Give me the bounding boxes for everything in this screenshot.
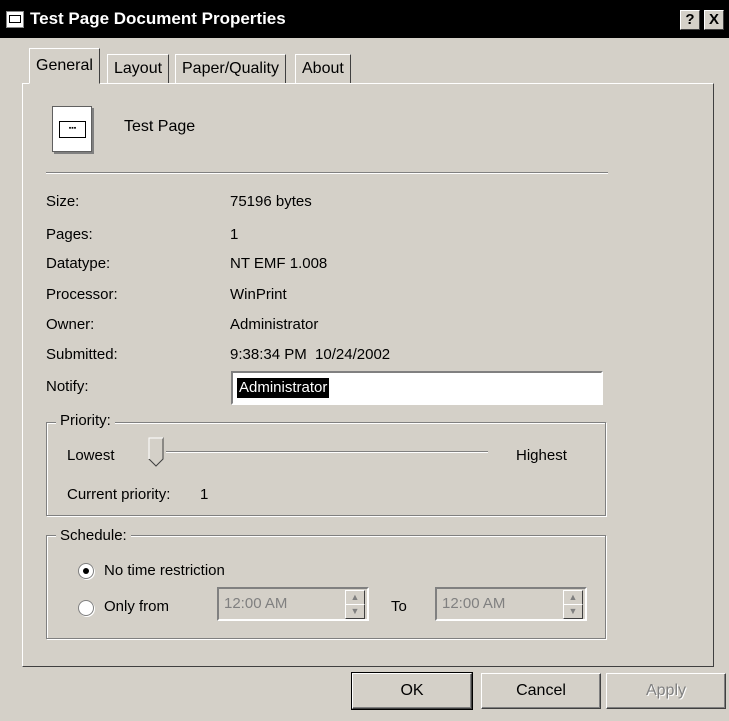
- pages-value: 1: [230, 226, 239, 243]
- size-value: 75196 bytes: [230, 193, 312, 210]
- from-time-up-icon[interactable]: ▲: [345, 590, 365, 605]
- schedule-group-label: Schedule:: [56, 527, 131, 544]
- only-from-radio[interactable]: [78, 600, 94, 616]
- processor-value: WinPrint: [230, 286, 287, 303]
- to-label: To: [391, 598, 407, 615]
- priority-group-label: Priority:: [56, 412, 115, 429]
- priority-lowest-label: Lowest: [67, 447, 115, 464]
- document-name: Test Page: [124, 118, 196, 135]
- processor-label: Processor:: [46, 286, 118, 303]
- owner-label: Owner:: [46, 316, 95, 333]
- submitted-label: Submitted:: [46, 346, 118, 363]
- notify-label: Notify:: [46, 378, 89, 395]
- pages-label: Pages:: [46, 226, 93, 243]
- close-button[interactable]: X: [704, 10, 724, 30]
- help-button[interactable]: ?: [680, 10, 700, 30]
- priority-slider-track[interactable]: [166, 451, 488, 453]
- only-from-label[interactable]: Only from: [104, 598, 169, 615]
- radio-selected-dot: [83, 568, 89, 574]
- apply-button[interactable]: Apply: [606, 673, 726, 709]
- to-time-down-icon[interactable]: ▼: [563, 604, 583, 619]
- from-time-value: 12:00 AM: [224, 595, 288, 612]
- ok-button[interactable]: OK: [351, 672, 473, 710]
- cancel-button[interactable]: Cancel: [481, 673, 601, 709]
- no-time-restriction-label[interactable]: No time restriction: [104, 562, 225, 579]
- tab-general[interactable]: General: [29, 48, 100, 84]
- notify-input[interactable]: Administrator: [231, 371, 603, 405]
- printer-document-icon[interactable]: [6, 11, 24, 28]
- submitted-value: 9:38:34 PM 10/24/2002: [230, 346, 391, 363]
- to-time-up-icon[interactable]: ▲: [563, 590, 583, 605]
- size-label: Size:: [46, 193, 80, 210]
- tab-paper-quality[interactable]: Paper/Quality: [175, 54, 286, 84]
- no-time-restriction-radio[interactable]: [78, 563, 94, 579]
- datatype-label: Datatype:: [46, 255, 111, 272]
- priority-slider-thumb[interactable]: [148, 437, 164, 467]
- owner-value: Administrator: [230, 316, 319, 333]
- current-priority-label: Current priority:: [67, 486, 171, 503]
- from-time-down-icon[interactable]: ▼: [345, 604, 365, 619]
- tab-layout[interactable]: Layout: [107, 54, 170, 84]
- window-title: Test Page Document Properties: [30, 9, 286, 28]
- current-priority-value: 1: [200, 486, 209, 503]
- tab-about[interactable]: About: [295, 54, 351, 84]
- from-time-spinner[interactable]: 12:00 AM ▲ ▼: [217, 587, 369, 621]
- separator: [46, 172, 608, 174]
- priority-highest-label: Highest: [516, 447, 567, 464]
- to-time-spinner[interactable]: 12:00 AM ▲ ▼: [435, 587, 587, 621]
- to-time-value: 12:00 AM: [442, 595, 506, 612]
- notify-input-value: Administrator: [237, 378, 330, 398]
- datatype-value: NT EMF 1.008: [230, 255, 328, 272]
- document-icon: ▪▪▪: [52, 106, 92, 152]
- title-bar: Test Page Document Properties ? X: [0, 0, 729, 38]
